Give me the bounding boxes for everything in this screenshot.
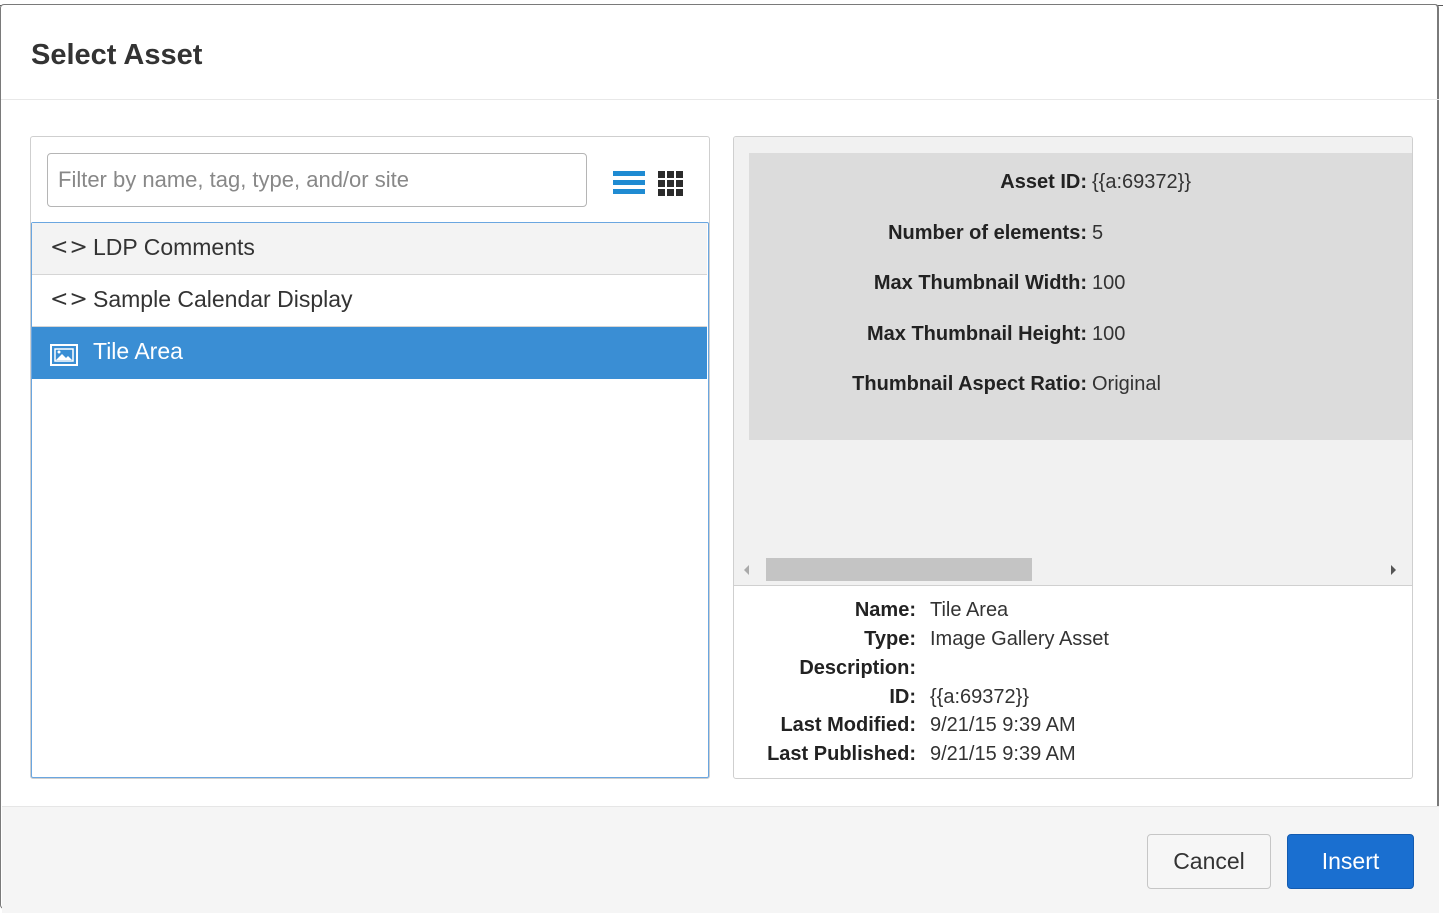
detail-label: Last Modified: xyxy=(780,714,916,736)
asset-preview-panel: Asset ID: {{a:69372}} Number of elements… xyxy=(733,136,1413,779)
code-icon: <> xyxy=(50,235,89,260)
property-value: 100 xyxy=(1092,323,1126,345)
detail-label: Description: xyxy=(799,657,916,679)
list-view-icon[interactable] xyxy=(613,171,645,195)
property-value: Original xyxy=(1092,373,1161,395)
dialog-footer: Cancel Insert xyxy=(2,806,1439,913)
detail-label: Type: xyxy=(864,628,916,650)
property-label: Number of elements: xyxy=(888,222,1087,244)
property-value: 100 xyxy=(1092,272,1126,294)
scrollbar-thumb[interactable] xyxy=(766,558,1032,581)
dialog-header: Select Asset xyxy=(1,11,1439,100)
list-item[interactable]: <> Sample Calendar Display xyxy=(32,275,707,327)
dialog-title: Select Asset xyxy=(31,39,203,71)
detail-label: Name: xyxy=(854,599,916,621)
insert-button[interactable]: Insert xyxy=(1287,834,1414,889)
grid-view-icon[interactable] xyxy=(658,171,683,196)
property-row: Thumbnail Aspect Ratio: Original xyxy=(749,373,1412,403)
cancel-button[interactable]: Cancel xyxy=(1147,834,1271,889)
property-row: Asset ID: {{a:69372}} xyxy=(749,171,1412,201)
detail-row: Last Published: 9/21/15 9:39 AM xyxy=(734,743,1412,771)
detail-row: Type: Image Gallery Asset xyxy=(734,628,1412,656)
property-row: Max Thumbnail Width: 100 xyxy=(749,272,1412,302)
property-value: {{a:69372}} xyxy=(1092,171,1192,193)
property-label: Asset ID: xyxy=(1000,171,1087,193)
list-item-label: Sample Calendar Display xyxy=(93,286,353,312)
scroll-left-arrow-icon[interactable] xyxy=(744,565,749,575)
detail-row: ID: {{a:69372}} xyxy=(734,686,1412,714)
list-item-selected[interactable]: Tile Area xyxy=(32,327,707,379)
scroll-right-arrow-icon[interactable] xyxy=(1391,565,1396,575)
asset-list[interactable]: <> LDP Comments <> Sample Calendar Displ… xyxy=(31,222,709,778)
detail-row: Description: xyxy=(734,657,1412,685)
property-label: Max Thumbnail Height: xyxy=(867,323,1087,345)
property-value: 5 xyxy=(1092,222,1104,244)
property-row: Number of elements: 5 xyxy=(749,222,1412,252)
list-item-label: LDP Comments xyxy=(93,234,255,260)
asset-details: Name: Tile Area Type: Image Gallery Asse… xyxy=(734,585,1412,778)
preview-area: Asset ID: {{a:69372}} Number of elements… xyxy=(734,137,1412,585)
property-row: Max Thumbnail Height: 100 xyxy=(749,323,1412,353)
code-icon: <> xyxy=(50,287,89,312)
list-item[interactable]: <> LDP Comments xyxy=(32,223,707,275)
detail-value: Tile Area xyxy=(930,599,1009,621)
filter-input[interactable] xyxy=(47,153,587,207)
detail-value: Image Gallery Asset xyxy=(930,628,1109,650)
list-item-label: Tile Area xyxy=(93,338,183,364)
image-gallery-icon xyxy=(50,344,78,366)
detail-value: {{a:69372}} xyxy=(930,686,1030,708)
asset-properties: Asset ID: {{a:69372}} Number of elements… xyxy=(749,153,1412,440)
horizontal-scrollbar[interactable] xyxy=(738,556,1411,584)
detail-value: 9/21/15 9:39 AM xyxy=(930,714,1076,736)
select-asset-dialog: Select Asset <> LDP Comments <> Sample C… xyxy=(0,4,1439,913)
detail-label: ID: xyxy=(889,686,916,708)
detail-label: Last Published: xyxy=(767,743,916,765)
detail-row: Last Modified: 9/21/15 9:39 AM xyxy=(734,714,1412,742)
detail-row: Name: Tile Area xyxy=(734,599,1412,627)
property-label: Thumbnail Aspect Ratio: xyxy=(852,373,1087,395)
property-label: Max Thumbnail Width: xyxy=(873,272,1087,294)
asset-browser-panel: <> LDP Comments <> Sample Calendar Displ… xyxy=(30,136,710,779)
detail-value: 9/21/15 9:39 AM xyxy=(930,743,1076,765)
